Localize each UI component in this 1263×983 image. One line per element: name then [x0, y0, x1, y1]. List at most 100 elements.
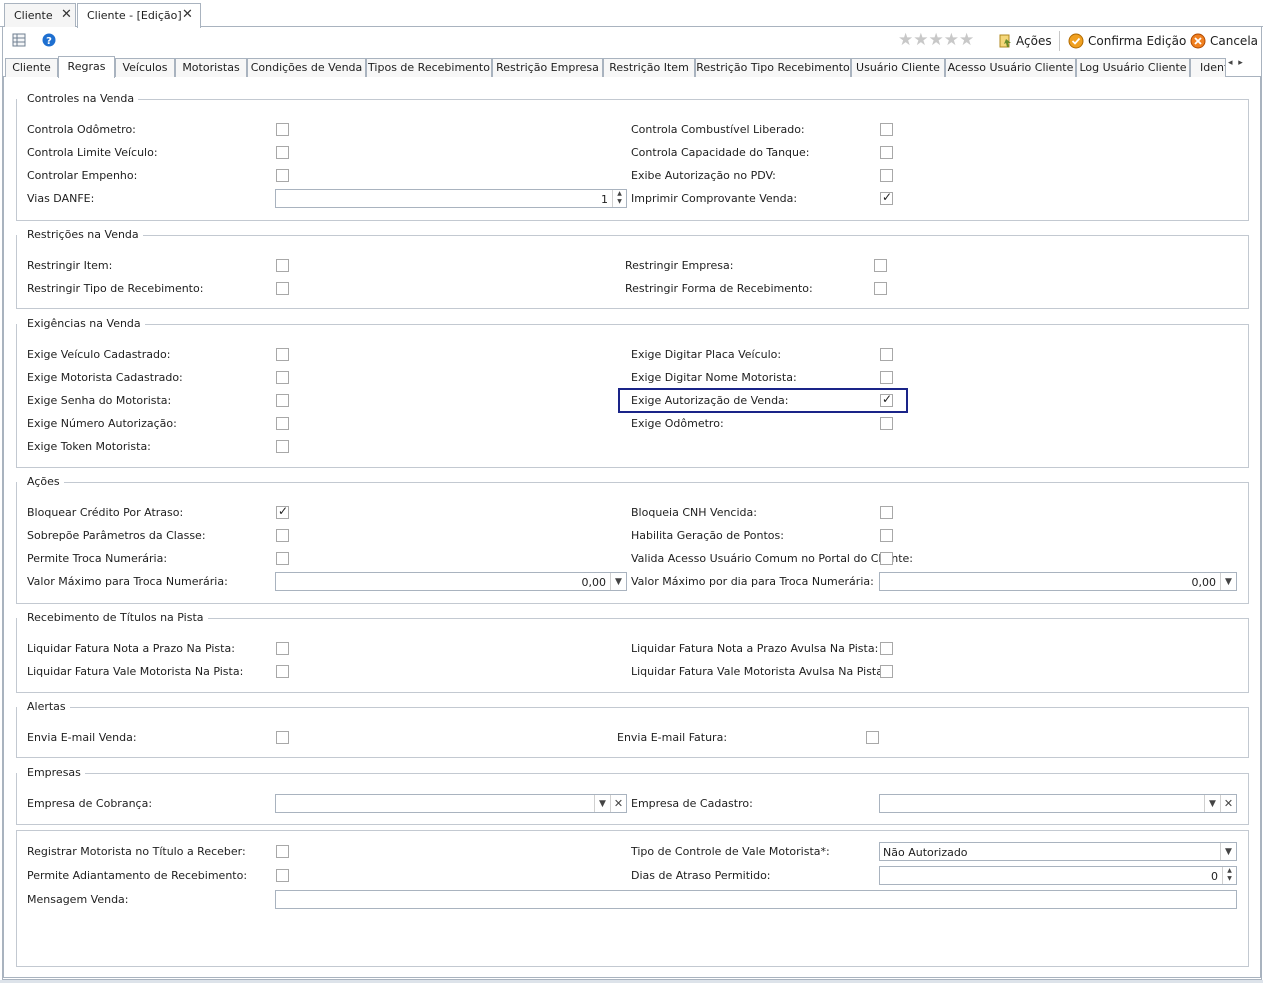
checkbox-permite-adiantamento[interactable]: [276, 869, 289, 882]
checkbox-exige-autorizacao-venda[interactable]: ✓: [880, 392, 893, 407]
checkbox-exige-token-motorista[interactable]: [276, 440, 289, 453]
cancel-button[interactable]: Cancela: [1190, 32, 1258, 50]
label-imprimir-comprovante: Imprimir Comprovante Venda:: [631, 192, 798, 205]
tab-veiculos[interactable]: Veículos: [115, 58, 175, 77]
label-controla-odometro: Controla Odômetro:: [27, 123, 136, 136]
checkbox-sobrepoe-parametros[interactable]: [276, 529, 289, 542]
valor-maximo-troca-input[interactable]: 0,00 ▼: [275, 572, 627, 591]
tab-restricao-item[interactable]: Restrição Item: [603, 58, 695, 77]
checkbox-restringir-empresa[interactable]: [874, 259, 887, 272]
tab-label: Restrição Item: [609, 61, 689, 74]
chevron-down-icon[interactable]: ▼: [1220, 573, 1236, 590]
checkbox-fatura-prazo-avulsa[interactable]: [880, 642, 893, 655]
checkbox-exige-nome-motorista[interactable]: [880, 371, 893, 384]
check-icon: ✓: [882, 392, 893, 406]
label-vias-danfe: Vias DANFE:: [27, 192, 95, 205]
checkbox-geracao-pontos[interactable]: [880, 529, 893, 542]
checkbox-fatura-vale-avulsa[interactable]: [880, 665, 893, 678]
checkbox-controla-limite-veiculo[interactable]: [276, 146, 289, 159]
checkbox-envia-email-venda[interactable]: [276, 731, 289, 744]
label-empresa-cadastro: Empresa de Cadastro:: [631, 797, 753, 810]
checkbox-fatura-vale[interactable]: [276, 665, 289, 678]
label-exige-token-motorista: Exige Token Motorista:: [27, 440, 151, 453]
tab-condicoes-venda[interactable]: Condições de Venda: [247, 58, 366, 77]
checkbox-restringir-forma-recebimento[interactable]: [874, 282, 887, 295]
group-recebimento-titulos: [16, 618, 1249, 693]
checkbox-envia-email-fatura[interactable]: [866, 731, 879, 744]
check-icon: ✓: [882, 190, 893, 204]
tab-log-usuario-cliente[interactable]: Log Usuário Cliente: [1076, 58, 1190, 77]
tab-usuario-cliente[interactable]: Usuário Cliente: [851, 58, 945, 77]
tab-regras[interactable]: Regras: [58, 56, 115, 78]
label-registrar-motorista: Registrar Motorista no Título a Receber:: [27, 845, 246, 858]
tab-restricao-empresa[interactable]: Restrição Empresa: [492, 58, 603, 77]
chevron-right-icon[interactable]: ▸: [1238, 58, 1243, 68]
label-restringir-forma-recebimento: Restringir Forma de Recebimento:: [625, 282, 813, 295]
tab-tipos-recebimento[interactable]: Tipos de Recebimento: [366, 58, 492, 77]
empresa-cobranca-lookup[interactable]: ▼ ✕: [275, 794, 627, 813]
chevron-down-icon[interactable]: ▼: [610, 573, 626, 590]
actions-button[interactable]: Ações: [997, 32, 1052, 50]
label-exige-motorista-cadastrado: Exige Motorista Cadastrado:: [27, 371, 183, 384]
tab-label: Acesso Usuário Cliente: [947, 61, 1074, 74]
label-valor-maximo-troca: Valor Máximo para Troca Numerária:: [27, 575, 228, 588]
tab-restricao-tipo-recebimento[interactable]: Restrição Tipo Recebimento: [695, 58, 851, 77]
chevron-down-icon[interactable]: ▼: [1220, 843, 1236, 860]
checkbox-permite-troca-numeraria[interactable]: [276, 552, 289, 565]
rating-stars[interactable]: ★★★★★: [898, 30, 974, 50]
tab-label: Motoristas: [182, 61, 240, 74]
help-icon[interactable]: ?: [42, 33, 56, 47]
dias-atraso-spinner[interactable]: 0 ▲ ▼: [879, 866, 1237, 885]
tab-label: Tipos de Recebimento: [368, 61, 490, 74]
checkbox-exige-motorista-cadastrado[interactable]: [276, 371, 289, 384]
checkbox-bloqueia-cnh[interactable]: [880, 506, 893, 519]
mensagem-venda-input[interactable]: [275, 890, 1237, 909]
tab-cliente[interactable]: Cliente: [5, 58, 58, 77]
checkbox-controlar-empenho[interactable]: [276, 169, 289, 182]
spinner-arrows-icon[interactable]: ▲ ▼: [1222, 867, 1236, 884]
tipo-controle-vale-select[interactable]: Não Autorizado ▼: [879, 842, 1237, 861]
checkbox-restringir-item[interactable]: [276, 259, 289, 272]
valor-maximo-dia-value: 0,00: [1191, 576, 1217, 589]
checkbox-exige-senha-motorista[interactable]: [276, 394, 289, 407]
checkbox-capacidade-tanque[interactable]: [880, 146, 893, 159]
chevron-down-icon[interactable]: ▼: [1204, 795, 1220, 812]
confirm-edit-button[interactable]: Confirma Edição: [1068, 32, 1186, 50]
valor-maximo-dia-input[interactable]: 0,00 ▼: [879, 572, 1237, 591]
checkbox-exige-veiculo-cadastrado[interactable]: [276, 348, 289, 361]
checkbox-controla-odometro[interactable]: [276, 123, 289, 136]
clear-icon[interactable]: ✕: [610, 795, 626, 812]
tab-scroll-arrows[interactable]: ◂ ▸: [1228, 58, 1243, 68]
checkbox-exige-placa-veiculo[interactable]: [880, 348, 893, 361]
chevron-down-icon[interactable]: ▼: [594, 795, 610, 812]
checkbox-exige-odometro[interactable]: [880, 417, 893, 430]
doc-tab-cliente-edicao[interactable]: Cliente - [Edição] ✕: [77, 3, 201, 28]
clear-icon[interactable]: ✕: [1220, 795, 1236, 812]
tab-label: Condições de Venda: [250, 61, 363, 74]
close-icon[interactable]: ✕: [182, 7, 193, 22]
checkbox-fatura-prazo[interactable]: [276, 642, 289, 655]
checkbox-valida-acesso-portal[interactable]: [880, 552, 893, 565]
label-sobrepoe-parametros: Sobrepõe Parâmetros da Classe:: [27, 529, 206, 542]
checkbox-exige-numero-autorizacao[interactable]: [276, 417, 289, 430]
checkbox-exibe-autorizacao-pdv[interactable]: [880, 169, 893, 182]
label-exige-nome-motorista: Exige Digitar Nome Motorista:: [631, 371, 797, 384]
doc-tab-cliente[interactable]: Cliente ✕: [4, 3, 76, 27]
doc-tab-label: Cliente - [Edição]: [87, 9, 182, 22]
empresa-cadastro-lookup[interactable]: ▼ ✕: [879, 794, 1237, 813]
checkbox-restringir-tipo-recebimento[interactable]: [276, 282, 289, 295]
vias-danfe-spinner[interactable]: 1 ▲ ▼: [275, 189, 627, 208]
group-restricoes-venda: [16, 235, 1249, 309]
checkbox-bloquear-credito[interactable]: ✓: [276, 504, 289, 519]
close-icon[interactable]: ✕: [61, 7, 72, 22]
tab-identificacao[interactable]: Identi: [1190, 58, 1226, 77]
chevron-left-icon[interactable]: ◂: [1228, 58, 1233, 68]
tab-acesso-usuario-cliente[interactable]: Acesso Usuário Cliente: [945, 58, 1076, 77]
tab-motoristas[interactable]: Motoristas: [175, 58, 247, 77]
grid-icon[interactable]: [12, 33, 26, 47]
tab-label: Identi: [1200, 61, 1225, 74]
checkbox-imprimir-comprovante[interactable]: ✓: [880, 190, 893, 205]
checkbox-combustivel-liberado[interactable]: [880, 123, 893, 136]
checkbox-registrar-motorista[interactable]: [276, 845, 289, 858]
spinner-arrows-icon[interactable]: ▲ ▼: [612, 190, 626, 207]
